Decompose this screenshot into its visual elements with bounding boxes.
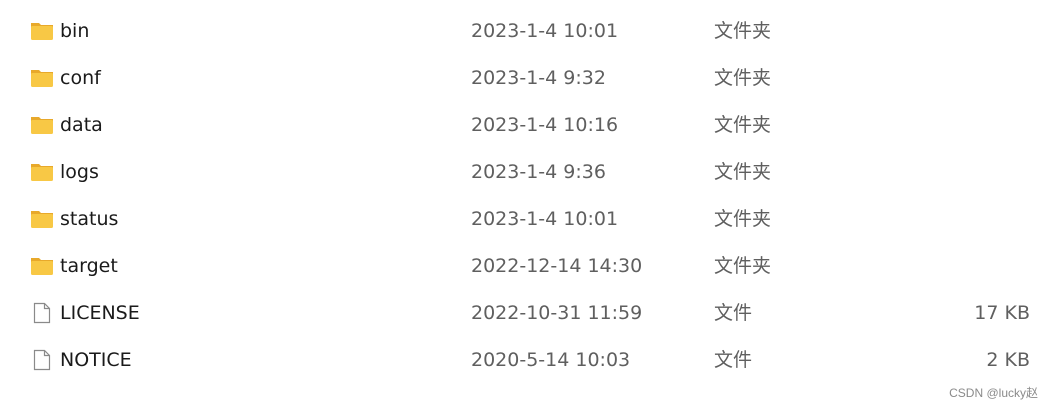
folder-icon — [30, 67, 54, 89]
file-name: data — [60, 114, 103, 136]
file-icon — [30, 302, 54, 324]
folder-icon — [30, 208, 54, 230]
file-date: 2022-12-14 14:30 — [471, 255, 643, 277]
file-type: 文件夹 — [714, 161, 772, 183]
file-row-data[interactable]: data 2023-1-4 10:16 文件夹 — [0, 102, 1052, 149]
file-type: 文件夹 — [714, 208, 772, 230]
file-type: 文件夹 — [714, 255, 772, 277]
file-size: 17 KB — [974, 302, 1030, 324]
watermark: CSDN @lucky赵 — [949, 386, 1038, 400]
file-name: conf — [60, 67, 101, 89]
file-name: NOTICE — [60, 349, 132, 371]
file-name: bin — [60, 20, 90, 42]
file-type: 文件 — [714, 302, 753, 324]
file-type: 文件夹 — [714, 20, 772, 42]
file-row-target[interactable]: target 2022-12-14 14:30 文件夹 — [0, 243, 1052, 290]
folder-icon — [30, 255, 54, 277]
file-date: 2023-1-4 10:01 — [471, 20, 619, 42]
folder-icon — [30, 114, 54, 136]
file-type: 文件夹 — [714, 114, 772, 136]
file-row-bin[interactable]: bin 2023-1-4 10:01 文件夹 — [0, 8, 1052, 55]
file-type: 文件夹 — [714, 67, 772, 89]
file-list: bin 2023-1-4 10:01 文件夹 conf 2023-1-4 9:3… — [0, 8, 1052, 384]
file-size: 2 KB — [986, 349, 1030, 371]
file-name: logs — [60, 161, 99, 183]
file-date: 2022-10-31 11:59 — [471, 302, 643, 324]
file-name: target — [60, 255, 118, 277]
file-type: 文件 — [714, 349, 753, 371]
folder-icon — [30, 161, 54, 183]
file-date: 2023-1-4 9:36 — [471, 161, 606, 183]
file-row-license[interactable]: LICENSE 2022-10-31 11:59 文件 17 KB — [0, 290, 1052, 337]
file-name: LICENSE — [60, 302, 140, 324]
file-date: 2023-1-4 10:16 — [471, 114, 619, 136]
file-date: 2020-5-14 10:03 — [471, 349, 631, 371]
folder-icon — [30, 20, 54, 42]
file-icon — [30, 349, 54, 371]
file-date: 2023-1-4 10:01 — [471, 208, 619, 230]
file-name: status — [60, 208, 119, 230]
file-row-logs[interactable]: logs 2023-1-4 9:36 文件夹 — [0, 149, 1052, 196]
file-row-status[interactable]: status 2023-1-4 10:01 文件夹 — [0, 196, 1052, 243]
file-date: 2023-1-4 9:32 — [471, 67, 606, 89]
file-row-notice[interactable]: NOTICE 2020-5-14 10:03 文件 2 KB — [0, 337, 1052, 384]
file-row-conf[interactable]: conf 2023-1-4 9:32 文件夹 — [0, 55, 1052, 102]
